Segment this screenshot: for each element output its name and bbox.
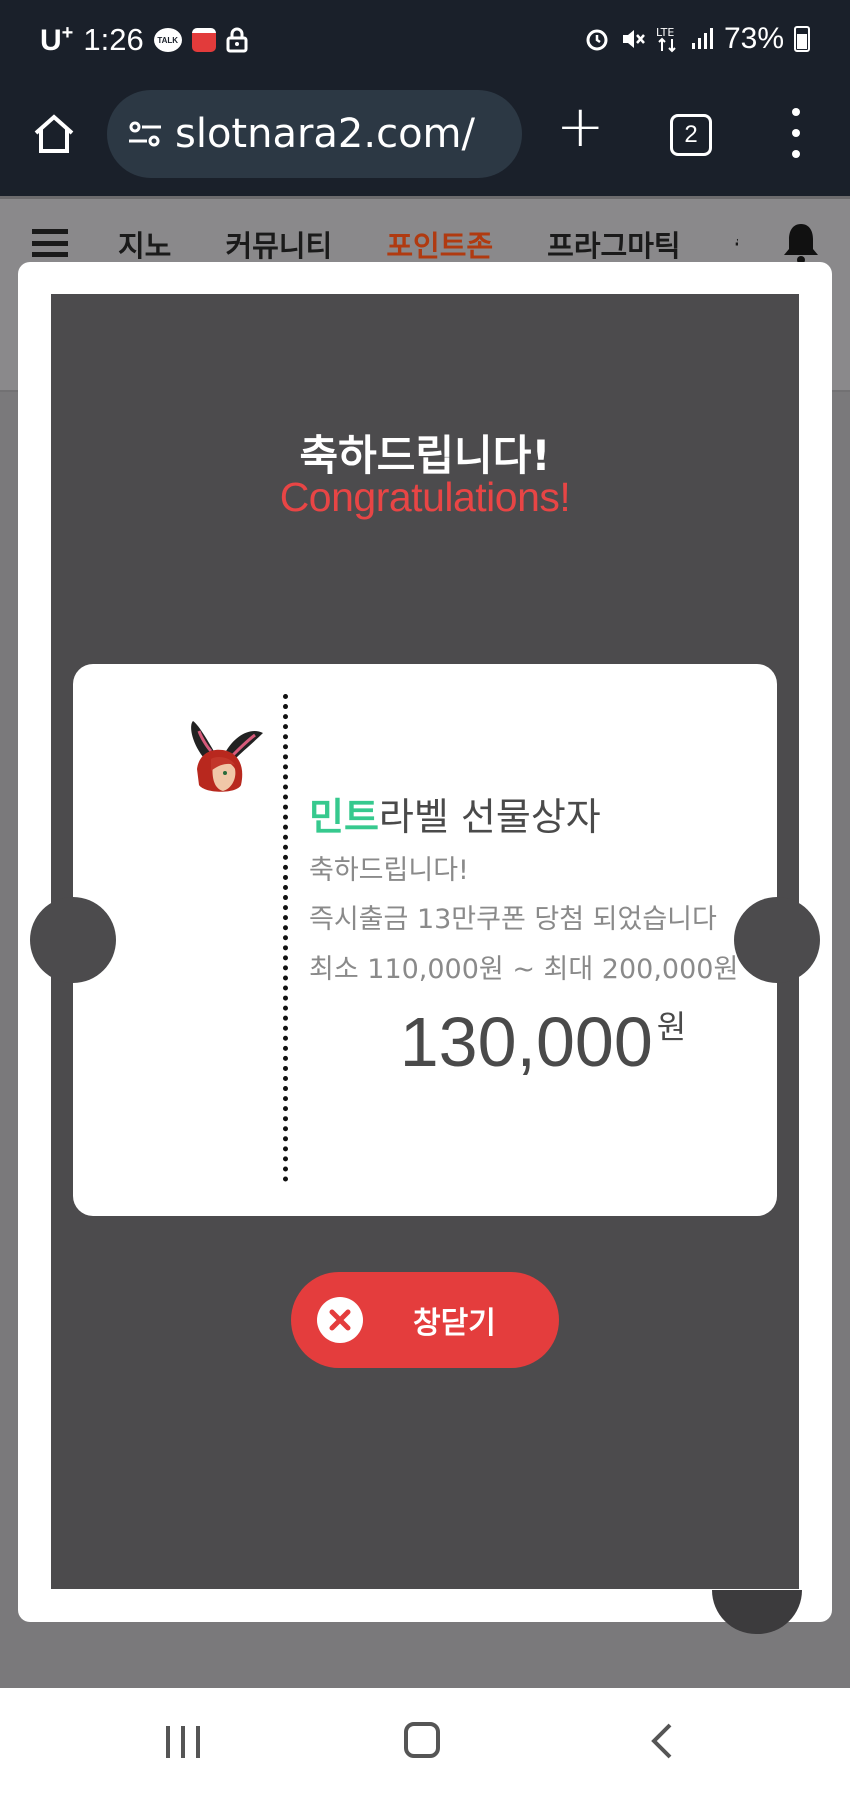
battery-percent: 73% xyxy=(723,22,784,55)
nav-item-slot[interactable]: 슬 xyxy=(735,229,738,263)
nav-item-point-zone[interactable]: 포인트존 xyxy=(386,229,493,263)
clock: 1:26 xyxy=(83,22,144,57)
kakaotalk-icon: TALK xyxy=(153,28,182,52)
ticket-notch-left xyxy=(30,897,116,983)
status-left: U+ 1:26 TALK xyxy=(40,22,248,58)
browser-toolbar: slotnara2.com/ + 2 xyxy=(0,84,850,196)
prize-brand: 민트 xyxy=(309,795,379,839)
status-right: LTE 73% xyxy=(584,22,810,56)
system-nav-bar xyxy=(0,1688,850,1794)
status-bar: U+ 1:26 TALK LTE 73% xyxy=(0,0,850,84)
alarm-icon xyxy=(586,29,608,51)
lock-icon xyxy=(226,27,248,53)
hamburger-menu-icon[interactable] xyxy=(32,229,68,257)
nav-item-casino[interactable]: 지노 xyxy=(118,229,171,263)
mute-icon xyxy=(622,30,645,48)
modal-body: 축하드립니다! Congratulations! 민트라벨 선물상자 축하드립니… xyxy=(30,294,820,1589)
prize-modal: 축하드립니다! Congratulations! 민트라벨 선물상자 축하드립니… xyxy=(18,262,832,1622)
url-text: slotnara2.com/ xyxy=(175,111,475,157)
ticket-notch-right xyxy=(734,897,820,983)
lte-icon: LTE xyxy=(656,26,676,53)
prize-title: 민트라벨 선물상자 xyxy=(309,786,601,841)
signal-icon xyxy=(691,28,713,49)
floating-button[interactable] xyxy=(712,1590,802,1634)
prize-amount-unit: 원 xyxy=(656,1008,687,1046)
recents-icon[interactable] xyxy=(166,1726,200,1758)
site-settings-icon[interactable] xyxy=(125,114,165,154)
battery-icon xyxy=(794,26,810,52)
modal-subtitle: Congratulations! xyxy=(279,474,571,520)
calendar-icon xyxy=(191,28,216,52)
more-menu-button[interactable] xyxy=(783,108,809,158)
carrier-label: U+ xyxy=(40,22,74,57)
site-nav-items: 지노 커뮤니티 포인트존 프라그마틱 슬 xyxy=(118,223,738,265)
address-bar[interactable]: slotnara2.com/ xyxy=(107,90,522,178)
prize-message-1: 축하드립니다! xyxy=(309,855,469,886)
prize-message-2: 즉시출금 13만쿠폰 당첨 되었습니다 xyxy=(309,904,717,935)
close-icon xyxy=(317,1297,363,1343)
prize-range: 최소 110,000원 ~ 최대 200,000원 xyxy=(309,954,739,985)
ticket-perforation xyxy=(283,694,288,1182)
home-icon xyxy=(34,114,74,153)
new-tab-button[interactable]: + xyxy=(556,97,605,155)
bunny-avatar-icon xyxy=(191,721,263,792)
close-modal-button[interactable]: 창닫기 xyxy=(291,1272,559,1368)
nav-item-pragmatic[interactable]: 프라그마틱 xyxy=(547,229,680,263)
home-button[interactable] xyxy=(28,108,80,160)
prize-ticket: 민트라벨 선물상자 축하드립니다! 즉시출금 13만쿠폰 당첨 되었습니다 최소… xyxy=(30,664,820,1216)
home-nav-icon[interactable] xyxy=(404,1722,440,1758)
bell-icon[interactable] xyxy=(780,219,822,267)
back-icon[interactable] xyxy=(648,1722,674,1760)
prize-amount-value: 130,000 xyxy=(399,1003,653,1081)
svg-text:LTE: LTE xyxy=(656,26,674,39)
nav-item-community[interactable]: 커뮤니티 xyxy=(225,229,332,263)
close-modal-label: 창닫기 xyxy=(413,1306,496,1341)
prize-amount: 130,000 원 xyxy=(73,1002,777,1082)
tab-switcher-button[interactable]: 2 xyxy=(670,114,712,156)
prize-name: 라벨 선물상자 xyxy=(378,795,601,839)
